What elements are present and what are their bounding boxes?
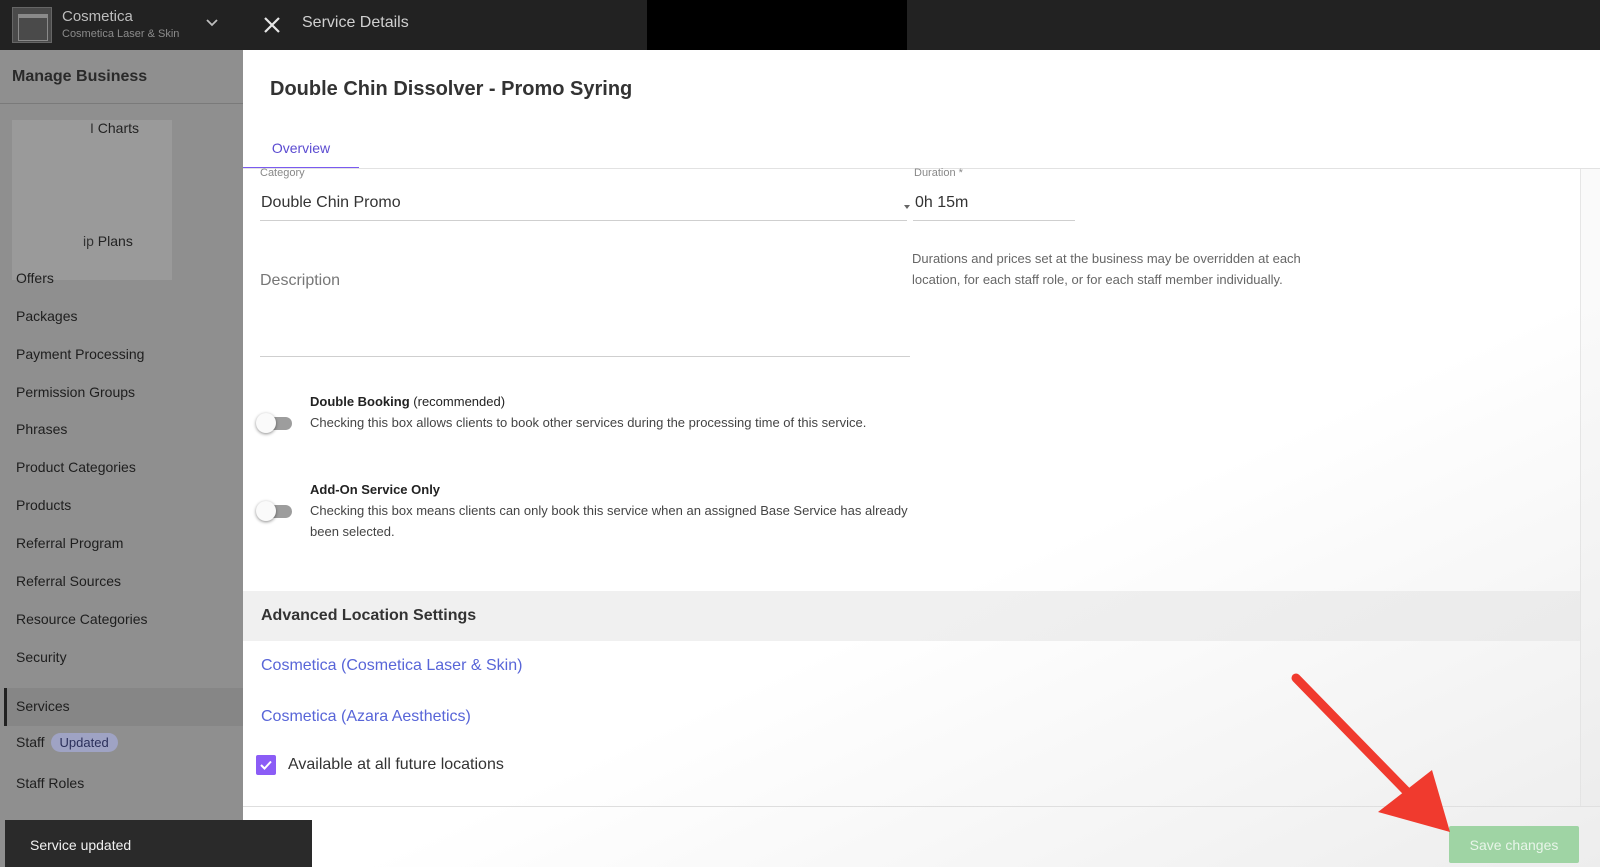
status-badge: Updated — [50, 733, 118, 752]
business-name: Cosmetica — [62, 8, 133, 26]
toggle-knob — [256, 413, 276, 433]
sidebar-item-resource-categories[interactable]: Resource Categories — [16, 611, 148, 627]
checkmark-icon — [260, 760, 272, 770]
sidebar-item-label: Plans — [97, 233, 133, 249]
chevron-down-icon[interactable] — [205, 15, 219, 29]
sidebar-header: Manage Business — [0, 50, 243, 104]
sidebar-item-staff-roles[interactable]: Staff Roles — [16, 775, 84, 791]
tab-overview[interactable]: Overview — [243, 138, 359, 169]
recommended-hint: (recommended) — [413, 394, 506, 409]
location-link-laser-skin[interactable]: Cosmetica (Cosmetica Laser & Skin) — [261, 657, 522, 675]
sidebar-item-products[interactable]: Products — [16, 497, 71, 513]
caret-down-icon[interactable] — [904, 205, 910, 209]
double-booking-label: Double Booking — [310, 394, 410, 409]
sidebar-item-phrases[interactable]: Phrases — [16, 421, 67, 437]
duration-label: Duration * — [914, 167, 963, 179]
redacted-block — [647, 0, 907, 50]
sidebar-item-security[interactable]: Security — [16, 649, 67, 665]
double-booking-title: Double Booking (recommended) — [310, 394, 505, 409]
advanced-location-settings-title: Advanced Location Settings — [261, 607, 477, 624]
footer-divider — [243, 806, 1600, 807]
close-button[interactable] — [258, 11, 286, 39]
close-icon — [264, 17, 280, 33]
addon-only-toggle[interactable] — [256, 501, 292, 521]
top-bar: Cosmetica Cosmetica Laser & Skin Service… — [0, 0, 1600, 50]
future-locations-checkbox[interactable] — [256, 755, 276, 775]
service-details-panel: Double Chin Dissolver - Promo Syring Ove… — [243, 50, 1600, 867]
sidebar-item-label: Staff — [16, 734, 45, 750]
sidebar-item-product-categories[interactable]: Product Categories — [16, 459, 136, 475]
location-link-azara[interactable]: Cosmetica (Azara Aesthetics) — [261, 708, 471, 726]
page-title: Service Details — [302, 14, 409, 31]
category-label: Category — [260, 167, 305, 179]
addon-only-label: Add-On Service Only — [310, 482, 441, 497]
category-select[interactable]: Double Chin Promo — [261, 194, 401, 212]
toast-notification: Service updated — [5, 820, 312, 867]
addon-only-description: Checking this box means clients can only… — [310, 503, 908, 539]
toggle-knob — [256, 501, 276, 521]
sidebar-item-staff[interactable]: Staff Updated — [16, 733, 118, 752]
business-info: Cosmetica Cosmetica Laser & Skin — [62, 8, 179, 41]
business-location: Cosmetica Laser & Skin — [62, 28, 180, 41]
business-logo — [12, 7, 52, 43]
service-name-heading: Double Chin Dissolver - Promo Syring — [270, 78, 633, 100]
sidebar-item-plans[interactable]: ip Plans — [83, 233, 133, 249]
sidebar-item-services[interactable]: Services — [16, 698, 70, 714]
sidebar-item-charts[interactable]: I Charts — [90, 120, 139, 136]
sidebar: Manage Business I Charts ip Plans Offers… — [0, 50, 243, 867]
sidebar-item-payment-processing[interactable]: Payment Processing — [16, 346, 144, 362]
save-button[interactable]: Save changes — [1449, 826, 1579, 863]
description-underline — [260, 356, 910, 357]
duration-underline — [913, 220, 1075, 221]
sidebar-item-referral-program[interactable]: Referral Program — [16, 535, 123, 551]
sidebar-item-permission-groups[interactable]: Permission Groups — [16, 384, 135, 400]
sidebar-obscured-region — [12, 120, 172, 280]
pricing-override-note: Durations and prices set at the business… — [912, 251, 1301, 287]
sidebar-item-packages[interactable]: Packages — [16, 308, 77, 324]
category-underline — [260, 220, 907, 221]
scrollbar[interactable] — [1580, 169, 1600, 806]
sidebar-item-label: Charts — [97, 120, 140, 136]
description-input[interactable]: Description — [260, 272, 340, 290]
addon-only-title: Add-On Service Only — [310, 482, 440, 497]
sidebar-item-referral-sources[interactable]: Referral Sources — [16, 573, 121, 589]
sidebar-item-offers[interactable]: Offers — [16, 270, 54, 286]
double-booking-toggle[interactable] — [256, 413, 292, 433]
advanced-location-settings-header: Advanced Location Settings — [243, 591, 1580, 641]
double-booking-description: Checking this box allows clients to book… — [310, 415, 867, 430]
business-switcher[interactable]: Cosmetica Cosmetica Laser & Skin — [0, 0, 243, 50]
future-locations-label: Available at all future locations — [288, 756, 504, 773]
duration-field[interactable]: 0h 15m — [915, 194, 968, 212]
